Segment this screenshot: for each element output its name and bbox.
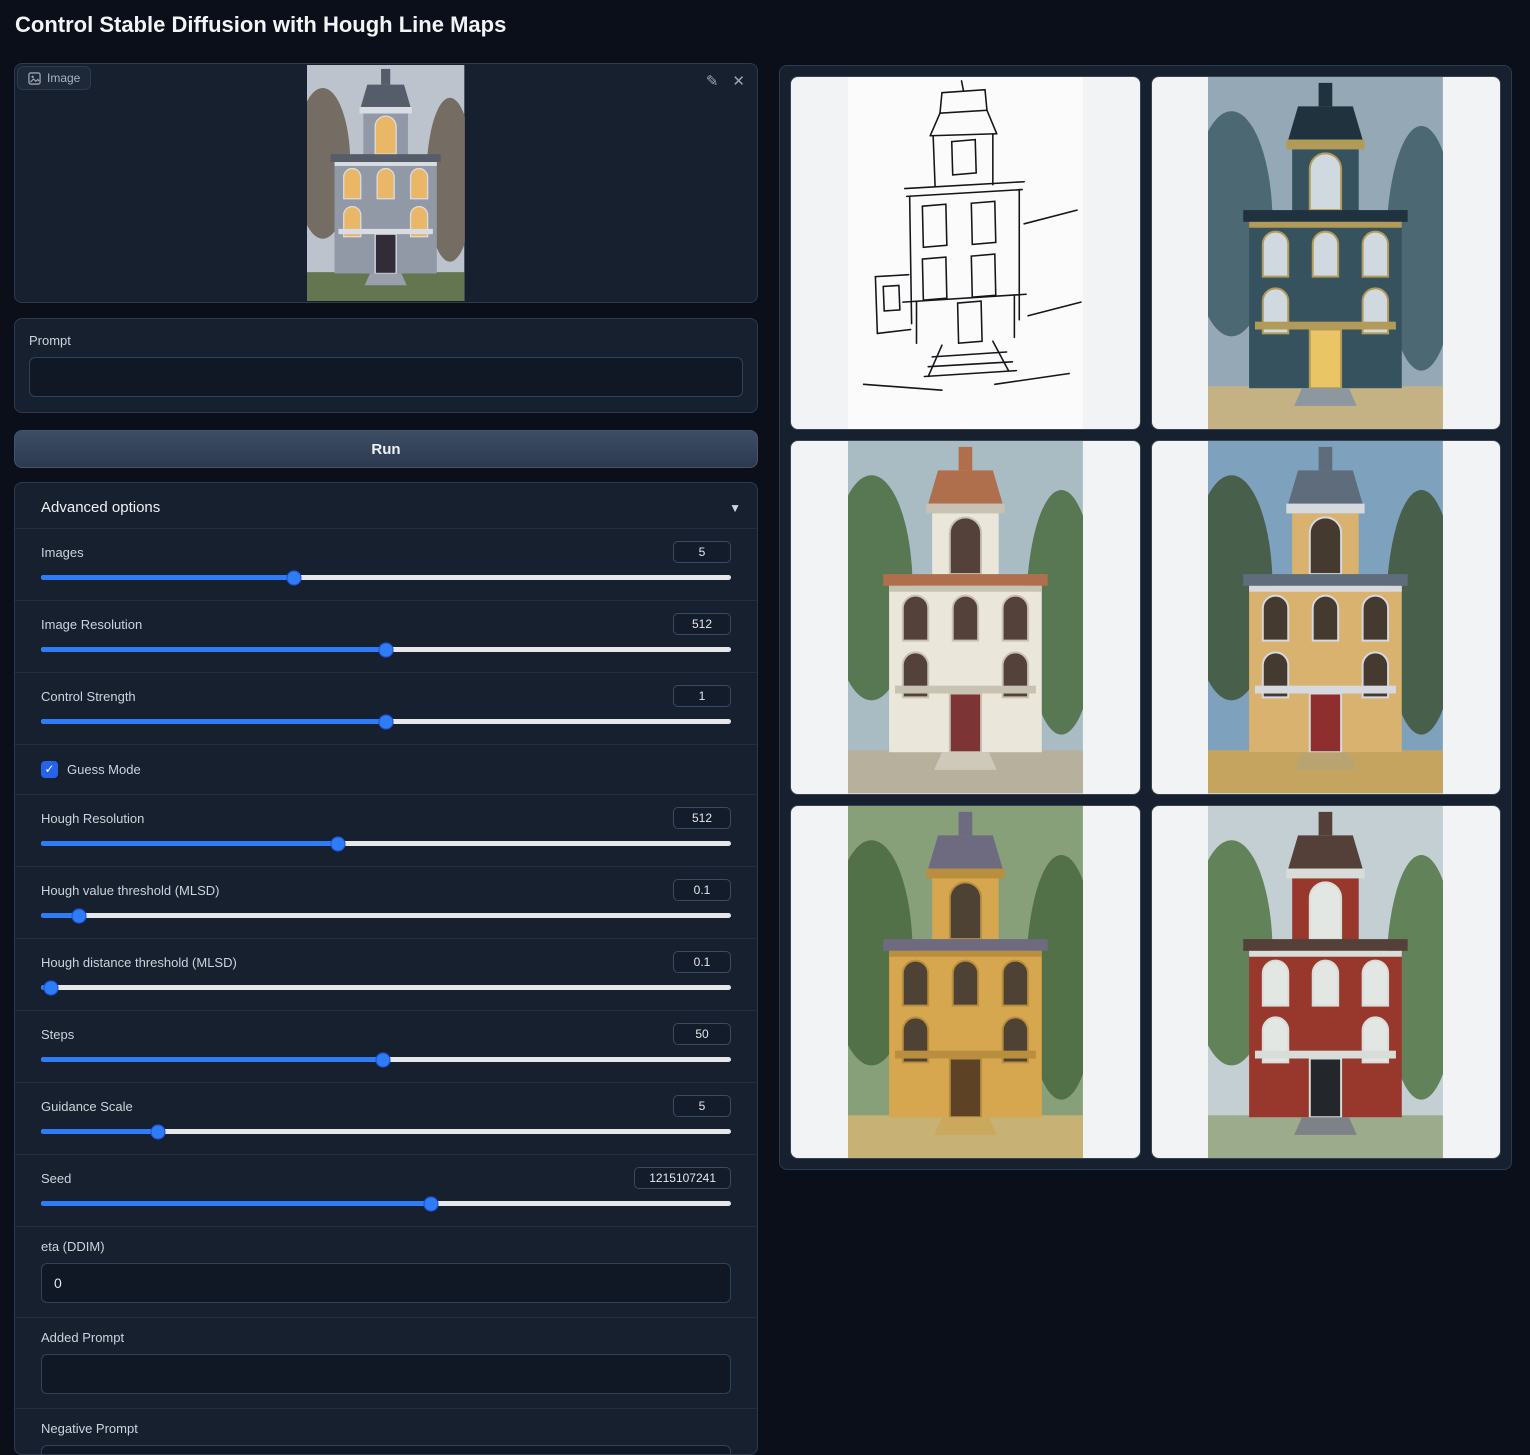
control-seed: Seed 1215107241 (15, 1154, 757, 1226)
slider-track[interactable] (41, 647, 731, 652)
result-tan-victorian-image (1208, 441, 1443, 793)
control-steps: Steps 50 (15, 1010, 757, 1082)
slider-fill (41, 1201, 431, 1206)
slider-fill (41, 1129, 158, 1134)
slider-track[interactable] (41, 985, 731, 990)
field-label: Negative Prompt (41, 1421, 731, 1436)
slider-value-input[interactable]: 5 (673, 541, 731, 563)
slider-handle[interactable] (379, 714, 394, 729)
slider-label: Guidance Scale (41, 1099, 133, 1114)
control-images: Images 5 (15, 528, 757, 600)
gallery-item-result-red-victorian[interactable] (1151, 805, 1502, 1159)
control-control-strength: Control Strength 1 (15, 672, 757, 744)
slider-label: Image Resolution (41, 617, 142, 632)
slider-handle[interactable] (44, 980, 59, 995)
slider-value-input[interactable]: 0.1 (673, 879, 731, 901)
slider-track[interactable] (41, 575, 731, 580)
slider-value-input[interactable]: 512 (673, 807, 731, 829)
gallery-item-result-tan-victorian[interactable] (1151, 440, 1502, 794)
slider-handle[interactable] (375, 1052, 390, 1067)
input-image-preview[interactable] (16, 65, 756, 301)
slider-fill (41, 575, 294, 580)
slider-label: Seed (41, 1171, 71, 1186)
slider-handle[interactable] (379, 642, 394, 657)
result-teal-victorian-image (1208, 77, 1443, 429)
input-image-image (307, 65, 464, 301)
checkbox-label: Guess Mode (67, 762, 141, 777)
collapse-arrow-icon[interactable]: ▼ (729, 501, 741, 515)
prompt-label: Prompt (29, 333, 743, 348)
prompt-input[interactable] (29, 357, 743, 397)
slider-value-input[interactable]: 5 (673, 1095, 731, 1117)
negative-prompt-input[interactable] (41, 1445, 731, 1455)
field-label: Added Prompt (41, 1330, 731, 1345)
slider-value-input[interactable]: 1 (673, 685, 731, 707)
advanced-options-title: Advanced options (41, 499, 160, 516)
image-upload-panel[interactable]: Image ✎ ✕ (14, 63, 758, 303)
control-negative-prompt: Negative Prompt (15, 1408, 757, 1455)
page-title: Control Stable Diffusion with Hough Line… (15, 12, 506, 38)
checkbox-checked-icon[interactable]: ✓ (41, 761, 58, 778)
slider-track[interactable] (41, 841, 731, 846)
guess-mode-checkbox[interactable]: ✓ Guess Mode (41, 757, 731, 790)
slider-label: Hough value threshold (MLSD) (41, 883, 219, 898)
control-added-prompt: Added Prompt (15, 1317, 757, 1408)
control-hough-resolution: Hough Resolution 512 (15, 794, 757, 866)
gallery-item-result-white-victorian[interactable] (790, 440, 1141, 794)
slider-label: Hough distance threshold (MLSD) (41, 955, 237, 970)
advanced-options-panel: Advanced options ▼ Images 5 Image Resolu… (14, 482, 758, 1455)
slider-fill (41, 841, 338, 846)
control-guidance-scale: Guidance Scale 5 (15, 1082, 757, 1154)
control-hough-value-threshold-mlsd: Hough value threshold (MLSD) 0.1 (15, 866, 757, 938)
control-eta-ddim: eta (DDIM) (15, 1226, 757, 1317)
slider-label: Images (41, 545, 84, 560)
slider-handle[interactable] (423, 1196, 438, 1211)
output-gallery (779, 65, 1512, 1170)
slider-value-input[interactable]: 50 (673, 1023, 731, 1045)
edit-icon[interactable]: ✎ (706, 72, 719, 90)
added-prompt-input[interactable] (41, 1354, 731, 1394)
control-hough-distance-threshold-mlsd: Hough distance threshold (MLSD) 0.1 (15, 938, 757, 1010)
field-label: eta (DDIM) (41, 1239, 731, 1254)
slider-track[interactable] (41, 1129, 731, 1134)
result-red-victorian-image (1208, 806, 1443, 1158)
slider-track[interactable] (41, 1057, 731, 1062)
hough-line-map-image (848, 77, 1083, 429)
slider-track[interactable] (41, 719, 731, 724)
slider-label: Steps (41, 1027, 74, 1042)
slider-handle[interactable] (330, 836, 345, 851)
result-golden-victorian-image (848, 806, 1083, 1158)
slider-fill (41, 1057, 383, 1062)
image-label: Image (47, 71, 80, 85)
slider-fill (41, 719, 386, 724)
image-label-tag: Image (17, 66, 91, 90)
control-guess-mode: ✓ Guess Mode (15, 744, 757, 794)
slider-value-input[interactable]: 1215107241 (634, 1167, 731, 1189)
slider-handle[interactable] (287, 570, 302, 585)
slider-value-input[interactable]: 512 (673, 613, 731, 635)
image-icon (28, 72, 41, 85)
gallery-item-hough-line-map[interactable] (790, 76, 1141, 430)
close-icon[interactable]: ✕ (732, 72, 745, 90)
slider-handle[interactable] (151, 1124, 166, 1139)
eta-input[interactable] (41, 1263, 731, 1303)
slider-track[interactable] (41, 913, 731, 918)
control-image-resolution: Image Resolution 512 (15, 600, 757, 672)
result-white-victorian-image (848, 441, 1083, 793)
prompt-panel: Prompt (14, 318, 758, 413)
slider-handle[interactable] (71, 908, 86, 923)
slider-label: Control Strength (41, 689, 136, 704)
run-button[interactable]: Run (14, 430, 758, 468)
slider-label: Hough Resolution (41, 811, 144, 826)
gallery-item-result-teal-victorian[interactable] (1151, 76, 1502, 430)
slider-track[interactable] (41, 1201, 731, 1206)
slider-fill (41, 647, 386, 652)
advanced-options-header[interactable]: Advanced options ▼ (15, 483, 757, 528)
gallery-item-result-golden-victorian[interactable] (790, 805, 1141, 1159)
slider-value-input[interactable]: 0.1 (673, 951, 731, 973)
